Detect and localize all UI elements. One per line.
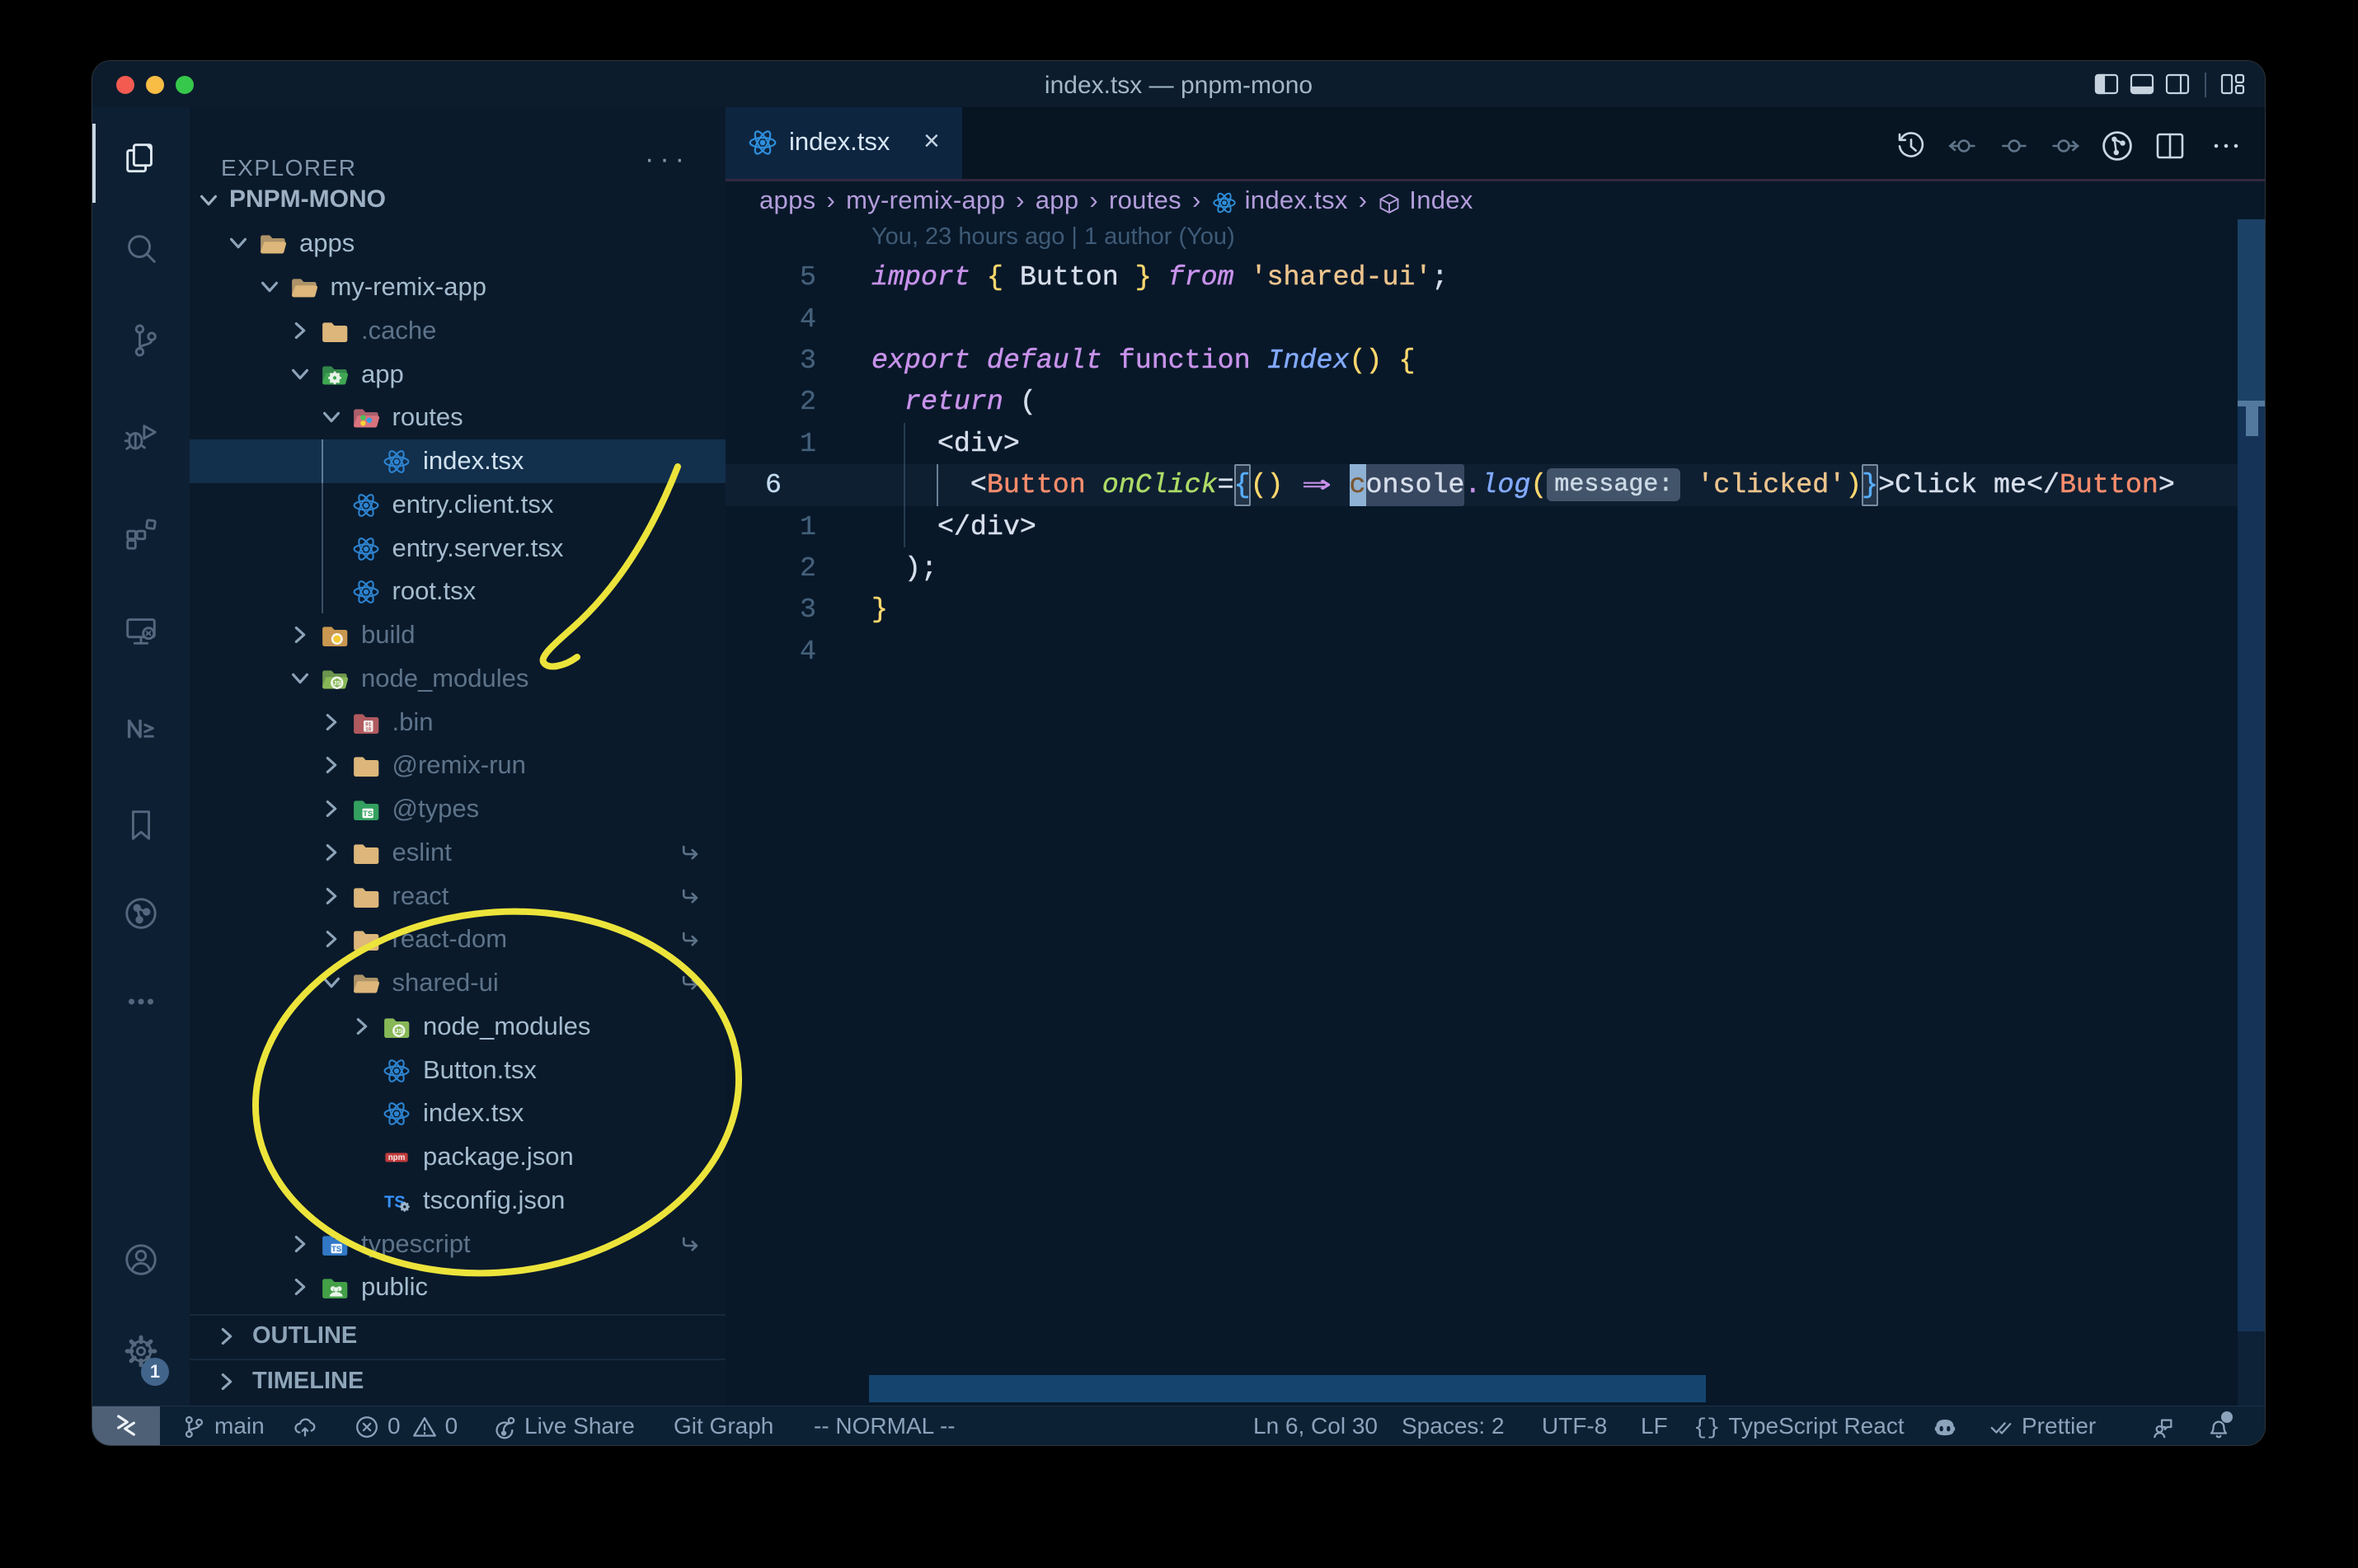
svg-text:JS: JS bbox=[395, 1027, 402, 1035]
svg-text:TS: TS bbox=[331, 1245, 341, 1253]
svg-text:10: 10 bbox=[365, 726, 372, 732]
svg-text:npm: npm bbox=[388, 1153, 406, 1162]
svg-text:TS: TS bbox=[363, 810, 373, 818]
svg-text:JS: JS bbox=[333, 679, 341, 687]
